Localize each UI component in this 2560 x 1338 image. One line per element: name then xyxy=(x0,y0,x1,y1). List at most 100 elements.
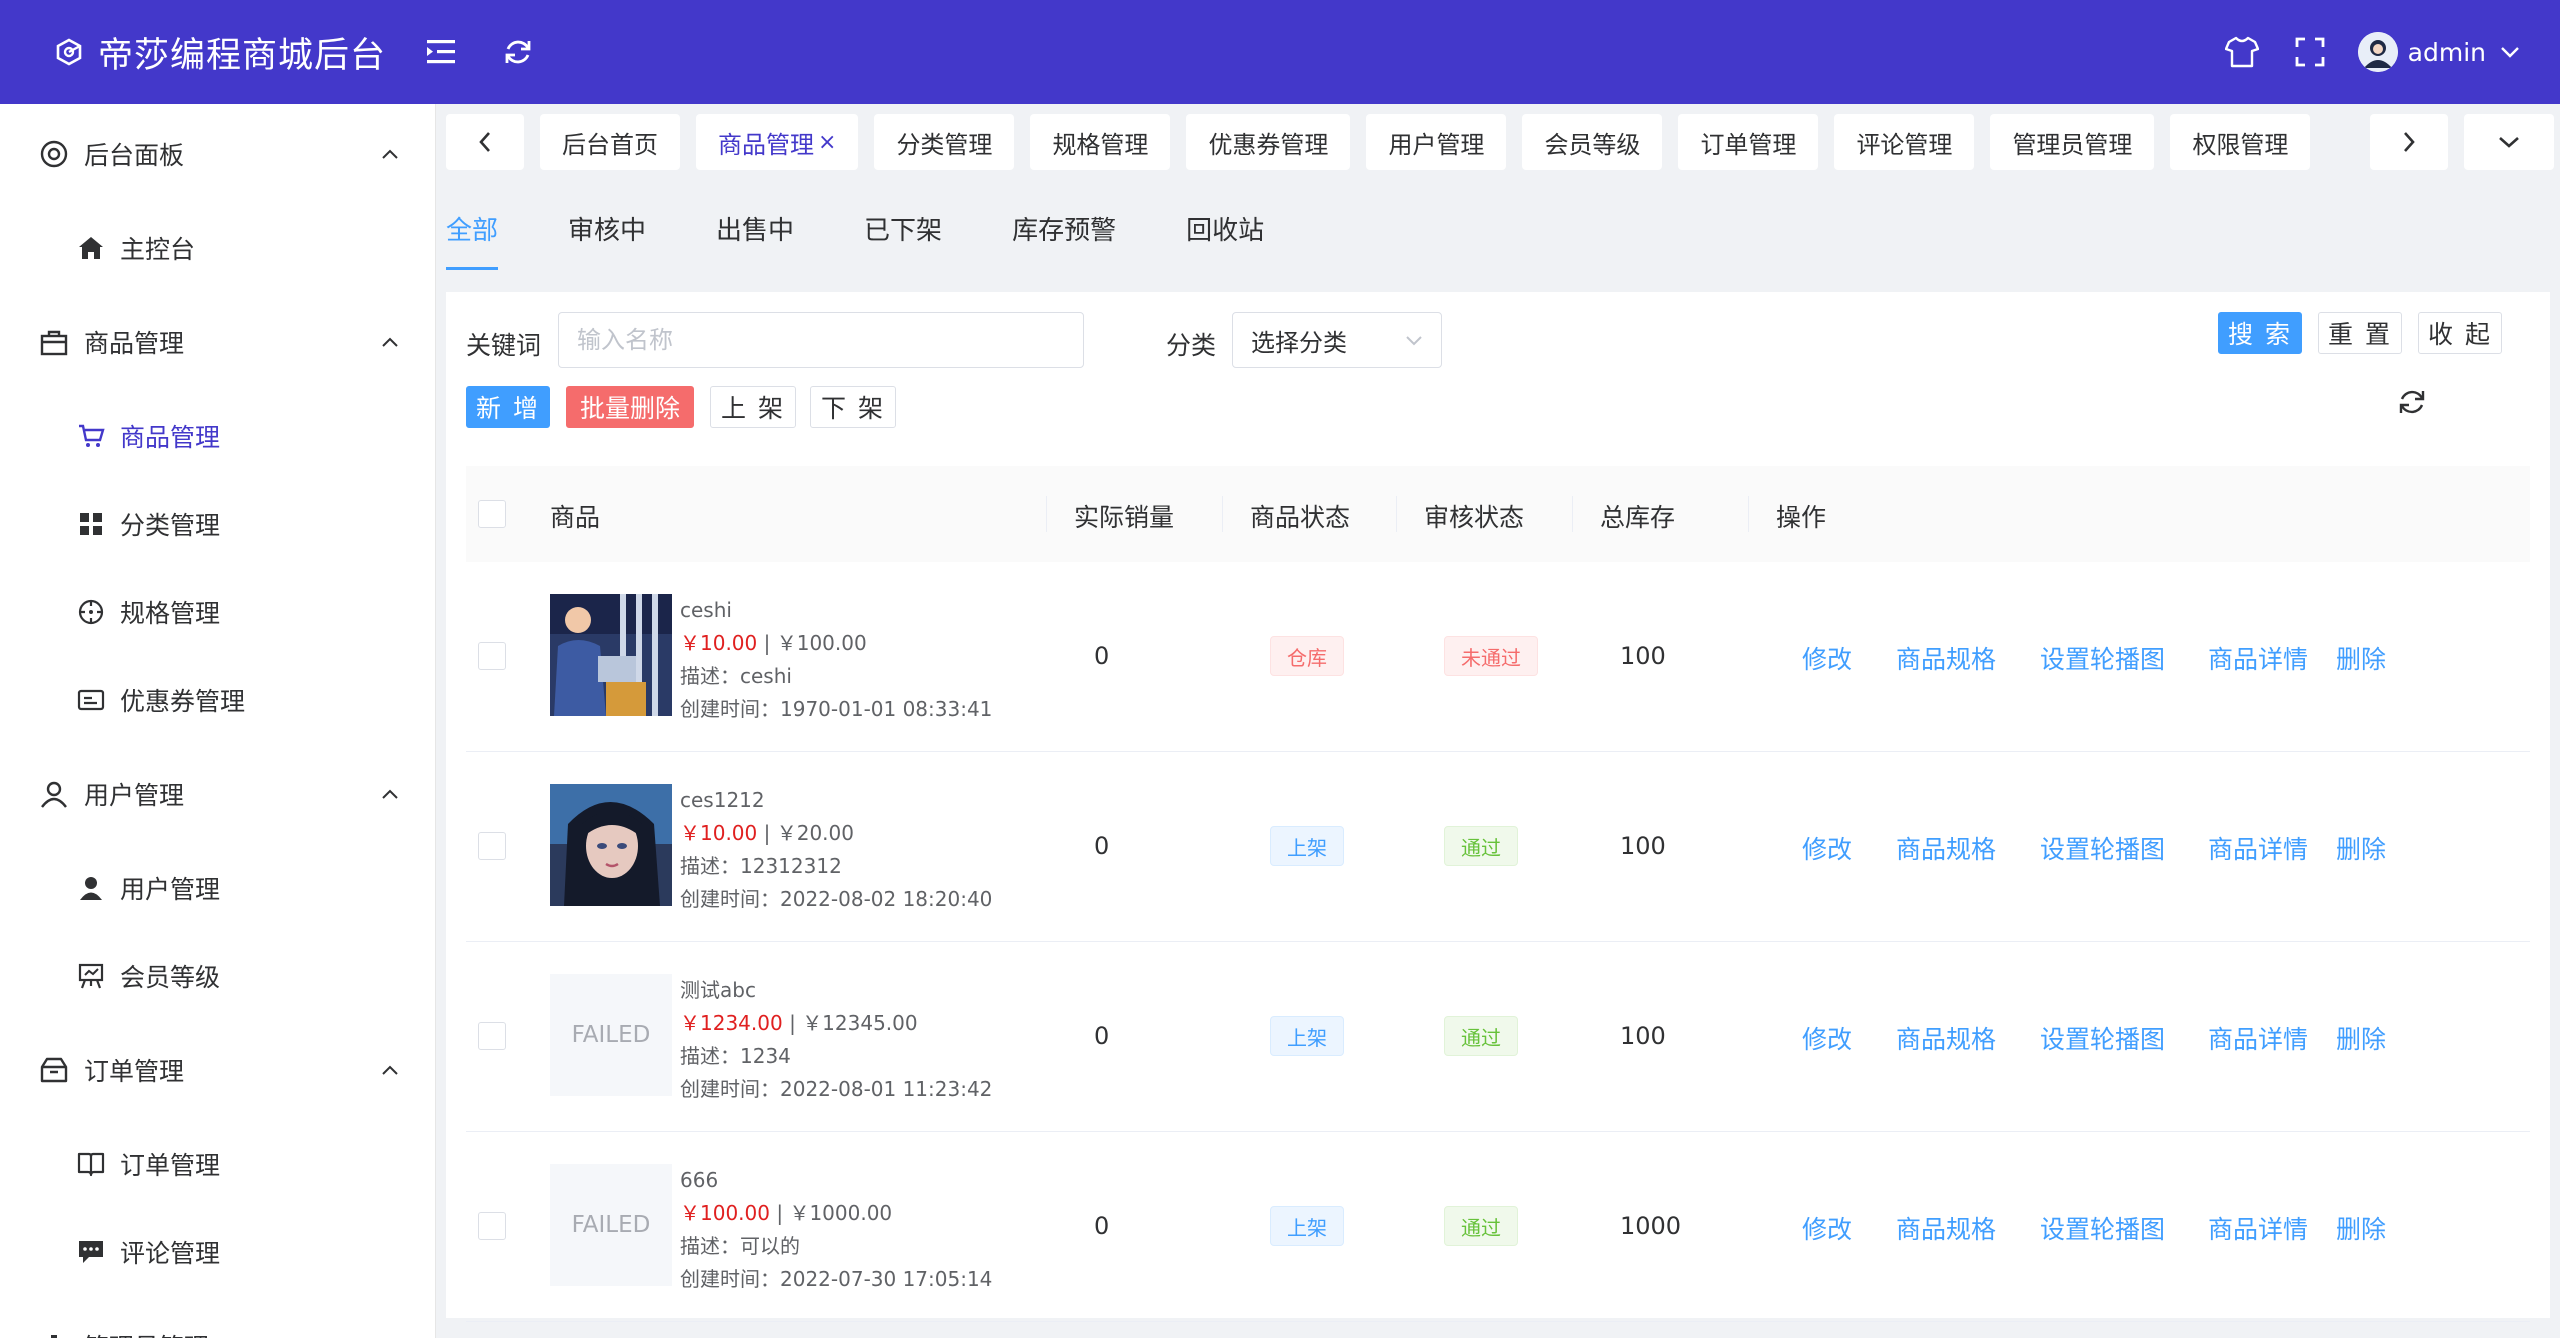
refresh-icon[interactable] xyxy=(498,32,538,72)
table-row: ceshi ￥10.00 | ￥100.00 描述：ceshi 创建时间：197… xyxy=(466,562,2530,752)
delete-link[interactable]: 删除 xyxy=(2336,1210,2386,1246)
menu-head-dashboard[interactable]: 后台面板 xyxy=(0,104,435,204)
sidebar-item-comment[interactable]: 评论管理 xyxy=(0,1208,435,1296)
search-button[interactable]: 搜 索 xyxy=(2218,312,2302,354)
goods-thumbnail-failed: FAILED xyxy=(550,1164,672,1286)
batch-delete-button[interactable]: 批量删除 xyxy=(566,386,694,428)
spec-link[interactable]: 商品规格 xyxy=(1896,1210,1996,1246)
chevron-down-icon xyxy=(1406,336,1422,346)
tabs-prev-button[interactable] xyxy=(446,114,524,170)
tab-label: 评论管理 xyxy=(1856,130,1953,159)
spec-link[interactable]: 商品规格 xyxy=(1896,640,1996,676)
menu-group-goods: 商品管理 商品管理 分类管理 规格管理 优惠券管理 xyxy=(0,292,435,744)
add-button[interactable]: 新 增 xyxy=(466,386,550,428)
detail-link[interactable]: 商品详情 xyxy=(2208,830,2308,866)
edit-link[interactable]: 修改 xyxy=(1802,640,1852,676)
sidebar-item-console[interactable]: 主控台 xyxy=(0,204,435,292)
status-tab-all[interactable]: 全部 xyxy=(446,210,499,270)
tab-spec[interactable]: 规格管理 xyxy=(1030,114,1171,170)
status-badge: 上架 xyxy=(1270,1016,1344,1056)
goods-created: 创建时间：2022-07-30 17:05:14 xyxy=(680,1267,993,1291)
banner-link[interactable]: 设置轮播图 xyxy=(2040,830,2165,866)
tab-orders[interactable]: 订单管理 xyxy=(1678,114,1819,170)
menu-head-orders[interactable]: 订单管理 xyxy=(0,1020,435,1120)
goods-price: ￥100.00 xyxy=(680,1201,770,1225)
reset-button[interactable]: 重 置 xyxy=(2318,312,2402,354)
tab-home[interactable]: 后台首页 xyxy=(540,114,680,170)
delete-link[interactable]: 删除 xyxy=(2336,1020,2386,1056)
category-select[interactable]: 选择分类 xyxy=(1232,312,1442,368)
coupon-icon xyxy=(76,685,106,715)
status-tab-stock-warning[interactable]: 库存预警 xyxy=(1012,210,1116,270)
avatar[interactable] xyxy=(2357,32,2398,72)
close-icon[interactable]: × xyxy=(818,130,836,155)
banner-link[interactable]: 设置轮播图 xyxy=(2040,1020,2165,1056)
delete-link[interactable]: 删除 xyxy=(2336,640,2386,676)
fullscreen-icon[interactable] xyxy=(2290,32,2330,72)
row-checkbox[interactable] xyxy=(478,642,506,670)
tab-users[interactable]: 用户管理 xyxy=(1366,114,1507,170)
sidebar-item-spec[interactable]: 规格管理 xyxy=(0,568,435,656)
menu-fold-icon[interactable] xyxy=(422,32,462,72)
goods-info: 666 ￥100.00 | ￥1000.00 描述：可以的 创建时间：2022-… xyxy=(680,1164,992,1296)
on-shelf-button[interactable]: 上 架 xyxy=(710,386,796,428)
spec-link[interactable]: 商品规格 xyxy=(1896,830,1996,866)
tab-goods[interactable]: 商品管理 × xyxy=(696,114,859,170)
tab-level[interactable]: 会员等级 xyxy=(1522,114,1663,170)
sidebar-item-coupon[interactable]: 优惠券管理 xyxy=(0,656,435,744)
table-row: ces1212 ￥10.00 | ￥20.00 描述：12312312 创建时间… xyxy=(466,752,2530,942)
price-separator: | xyxy=(763,821,771,845)
banner-link[interactable]: 设置轮播图 xyxy=(2040,640,2165,676)
edit-link[interactable]: 修改 xyxy=(1802,1210,1852,1246)
detail-link[interactable]: 商品详情 xyxy=(2208,1210,2308,1246)
status-tab-reviewing[interactable]: 审核中 xyxy=(568,210,646,270)
user-outline-icon xyxy=(38,778,70,810)
menu-head-goods[interactable]: 商品管理 xyxy=(0,292,435,392)
table-refresh-icon[interactable] xyxy=(2394,384,2430,420)
tab-coupon[interactable]: 优惠券管理 xyxy=(1186,114,1351,170)
row-checkbox[interactable] xyxy=(478,1022,506,1050)
keyword-input[interactable] xyxy=(558,312,1084,368)
banner-link[interactable]: 设置轮播图 xyxy=(2040,1210,2165,1246)
tab-permission[interactable]: 权限管理 xyxy=(2170,114,2311,170)
detail-link[interactable]: 商品详情 xyxy=(2208,640,2308,676)
row-checkbox[interactable] xyxy=(478,1212,506,1240)
goods-table: 商品 实际销量 商品状态 审核状态 总库存 操作 ceshi ￥10.00 | … xyxy=(466,466,2530,1322)
keyword-label: 关键词 xyxy=(466,331,542,360)
status-tab-selling[interactable]: 出售中 xyxy=(716,210,794,270)
delete-link[interactable]: 删除 xyxy=(2336,830,2386,866)
sidebar-item-order[interactable]: 订单管理 xyxy=(0,1120,435,1208)
select-all-checkbox[interactable] xyxy=(478,500,506,528)
tab-admins[interactable]: 管理员管理 xyxy=(1990,114,2155,170)
goods-desc: 描述：12312312 xyxy=(680,854,842,878)
menu-head-admins[interactable]: 管理员管理 xyxy=(0,1296,435,1338)
tabs-next-button[interactable] xyxy=(2370,114,2448,170)
theme-shirt-icon[interactable] xyxy=(2222,32,2262,72)
username[interactable]: admin xyxy=(2408,38,2486,67)
chevron-down-icon[interactable] xyxy=(2500,45,2520,59)
goods-card: 关键词 分类 选择分类 搜 索 重 置 收 起 新 增 批量删除 上 架 下 架… xyxy=(446,292,2550,1322)
edit-link[interactable]: 修改 xyxy=(1802,1020,1852,1056)
menu-head-users[interactable]: 用户管理 xyxy=(0,744,435,844)
chevron-up-icon xyxy=(381,148,399,160)
chevron-up-icon xyxy=(381,1064,399,1076)
tabs-menu-button[interactable] xyxy=(2464,114,2554,170)
sidebar-item-level[interactable]: 会员等级 xyxy=(0,932,435,1020)
sidebar-item-goods[interactable]: 商品管理 xyxy=(0,392,435,480)
edit-link[interactable]: 修改 xyxy=(1802,830,1852,866)
goods-desc: 描述：ceshi xyxy=(680,664,792,688)
spec-link[interactable]: 商品规格 xyxy=(1896,1020,1996,1056)
collapse-button[interactable]: 收 起 xyxy=(2418,312,2502,354)
row-checkbox[interactable] xyxy=(478,832,506,860)
menu-head-label: 订单管理 xyxy=(84,1057,185,1086)
status-tab-off-shelf[interactable]: 已下架 xyxy=(864,210,942,270)
sidebar-item-category[interactable]: 分类管理 xyxy=(0,480,435,568)
status-tab-recycle[interactable]: 回收站 xyxy=(1186,210,1264,270)
detail-link[interactable]: 商品详情 xyxy=(2208,1020,2308,1056)
sidebar-item-user[interactable]: 用户管理 xyxy=(0,844,435,932)
sidebar-item-label: 主控台 xyxy=(120,235,196,264)
off-shelf-button[interactable]: 下 架 xyxy=(810,386,896,428)
tab-comments[interactable]: 评论管理 xyxy=(1834,114,1975,170)
audit-badge: 通过 xyxy=(1444,826,1518,866)
tab-category[interactable]: 分类管理 xyxy=(874,114,1015,170)
